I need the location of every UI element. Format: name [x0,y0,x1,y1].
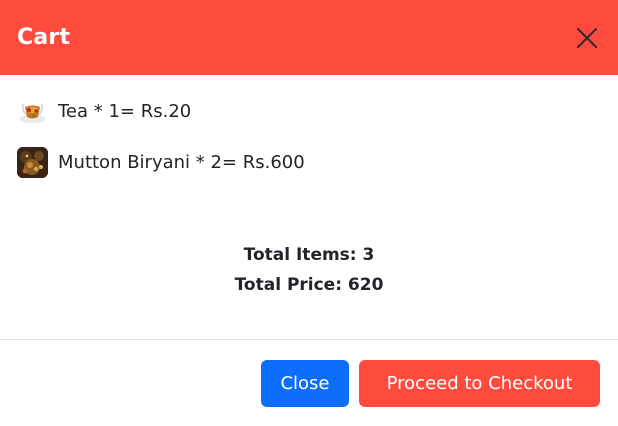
mutton-biryani-thumbnail [17,146,48,178]
cart-totals: Total Items: 3 Total Price: 620 [0,241,618,301]
modal-footer: Close Proceed to Checkout [261,360,600,407]
footer-divider [0,339,618,340]
total-items: Total Items: 3 [243,245,375,265]
close-button[interactable]: Close [261,360,349,407]
cart-modal: Cart Tea * 1= Rs.20 Mutton Biryani * 2= … [0,0,618,426]
cart-item-text: Tea * 1= Rs.20 [58,100,192,122]
cart-item-mutton-biryani: Mutton Biryani * 2= Rs.600 [17,144,597,180]
modal-header: Cart [0,0,618,75]
total-price: Total Price: 620 [234,275,384,295]
tea-thumbnail [17,95,48,127]
cart-item-text: Mutton Biryani * 2= Rs.600 [58,151,305,173]
cart-item-tea: Tea * 1= Rs.20 [17,93,597,129]
proceed-to-checkout-button[interactable]: Proceed to Checkout [359,360,600,407]
close-icon[interactable] [573,24,601,52]
modal-title: Cart [17,25,71,50]
cart-items-list: Tea * 1= Rs.20 Mutton Biryani * 2= Rs.60… [17,93,597,195]
